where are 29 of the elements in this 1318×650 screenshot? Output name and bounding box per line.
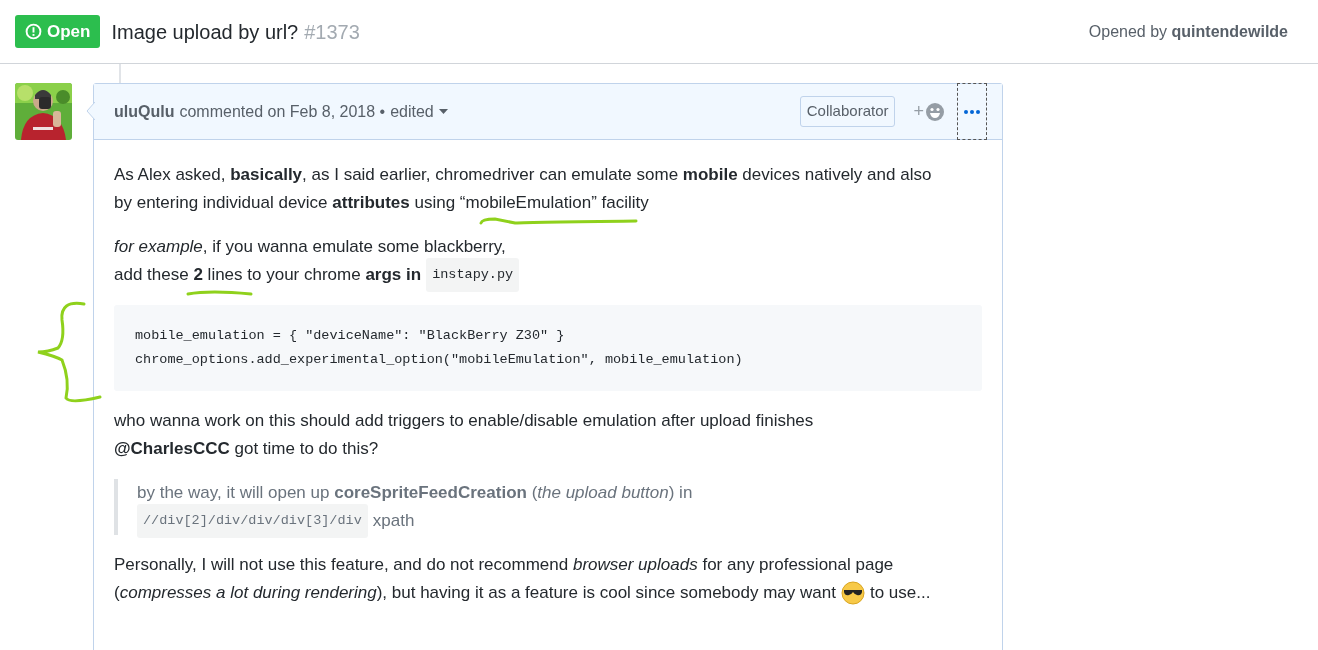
opened-by-text: Opened by quintendewilde [1088, 21, 1288, 42]
comment-text: for example, if you wanna emulate some blackberry, [114, 236, 506, 258]
issue-number: #1373 [304, 19, 360, 45]
code-block: mobile_emulation = { "deviceName": "BlackBerry Z30" } chrome_options.add_experimental_option("mobileEmulation", mobile_emulation) [114, 305, 982, 391]
smiley-icon [925, 101, 945, 122]
more-options-button[interactable] [957, 83, 987, 140]
issue-title: Image upload by url? [111, 19, 299, 45]
comment-text: by the way, it will open up coreSpriteFeedCreation (the upload button) in [137, 482, 693, 504]
more-icon [964, 109, 980, 114]
comment-text: xpath [372, 510, 415, 532]
comment-text: (compresses a lot during rendering), but having it as a feature is cool since somebody may want [114, 582, 836, 604]
sunglasses-emoji-icon [840, 581, 865, 605]
edited-dropdown[interactable]: edited [390, 99, 448, 124]
inline-code: //div[2]/div/div/div[3]/div [137, 504, 368, 538]
inline-code: instapy.py [426, 258, 520, 292]
issue-open-icon [25, 23, 42, 40]
comment-text: by entering individual device attributes using “mobileEmulation” facility [114, 192, 649, 214]
author-link[interactable]: uluQulu [114, 99, 175, 124]
comment-meta: commented on Feb 8, 2018 • [179, 101, 386, 122]
comment-text: to use... [869, 582, 931, 604]
comment-text: @CharlesCCC got time to do this? [114, 438, 379, 460]
comment-text: who wanna work on this should add triggers to enable/disable emulation after upload finishes [114, 410, 814, 432]
collaborator-label: Collaborator [799, 96, 896, 127]
comment-text: add these 2 lines to your chrome args in [114, 264, 422, 286]
caret-icon [438, 109, 448, 114]
comment-text: As Alex asked, basically, as I said earlier, chromedriver can emulate some mobile devices natively and also [114, 164, 932, 186]
highlight-underline [186, 290, 253, 296]
open-state-badge: Open [15, 15, 101, 48]
comment-text: Personally, I will not use this feature, and do not recommend browser uploads for any professional page [114, 554, 894, 576]
